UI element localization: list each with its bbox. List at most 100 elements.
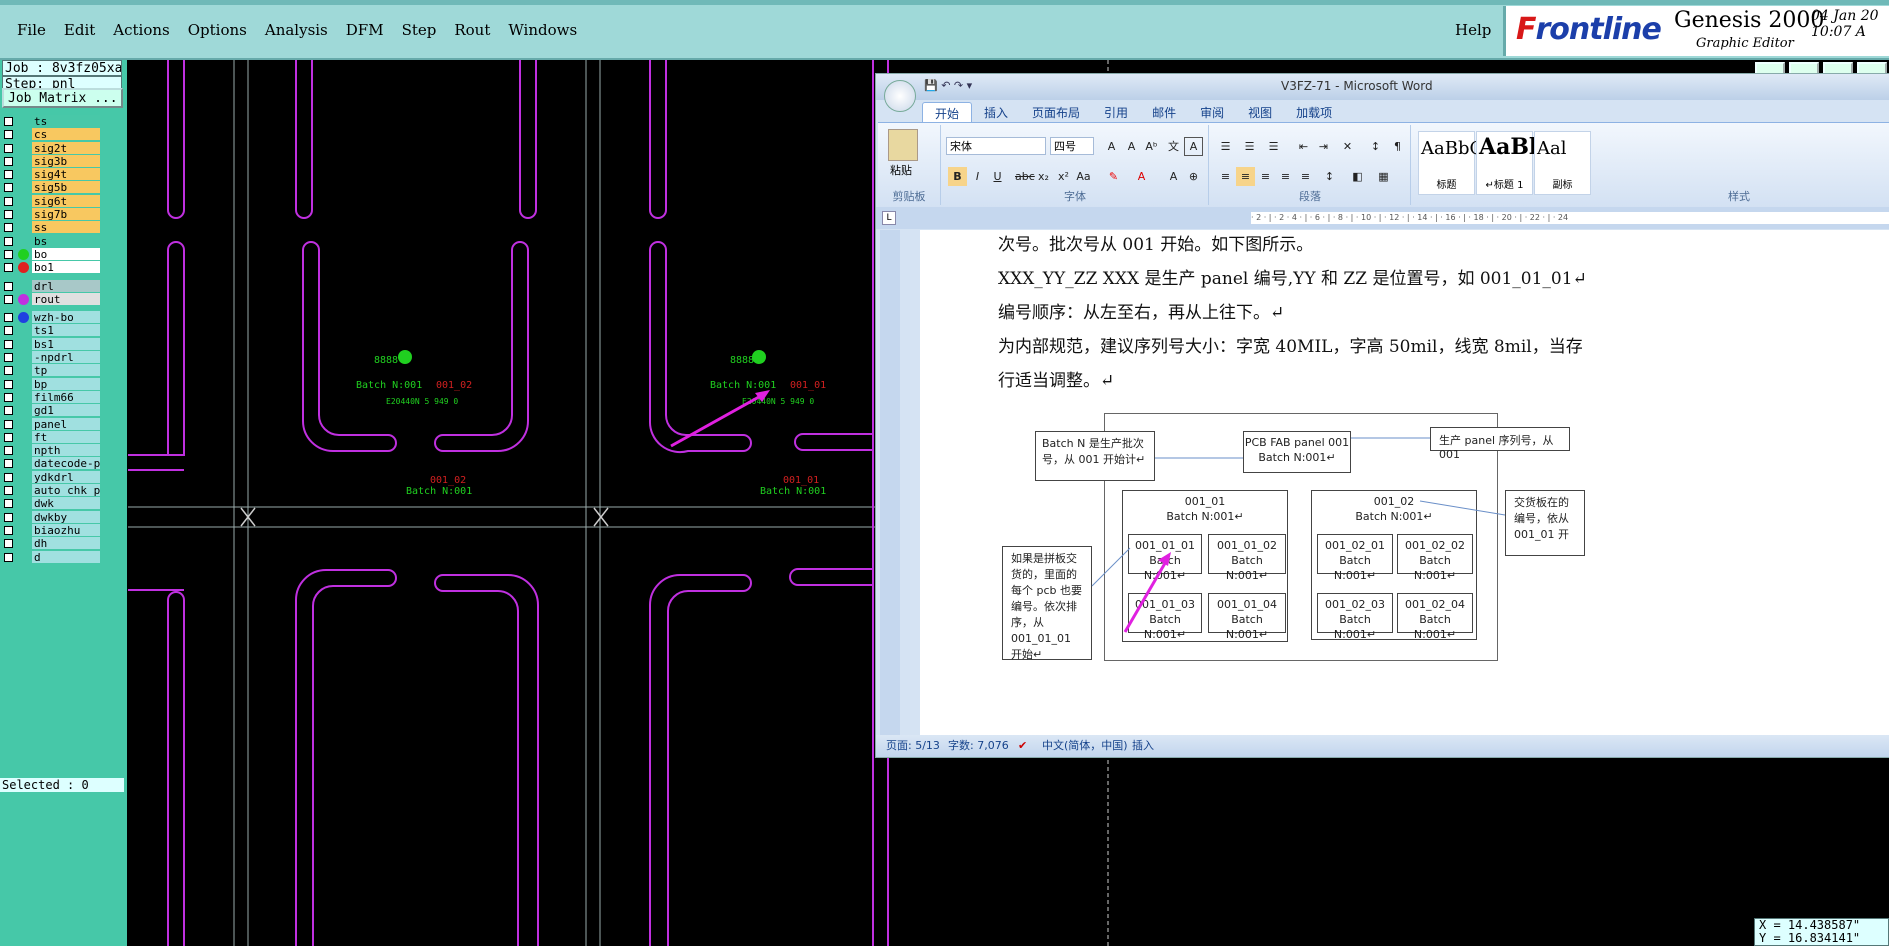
shrink-font-button[interactable]: A xyxy=(1122,137,1141,156)
layer-name[interactable]: cs xyxy=(32,128,100,141)
menu-edit[interactable]: Edit xyxy=(55,18,104,44)
superscript-button[interactable]: x² xyxy=(1054,167,1073,186)
layer-row[interactable]: biaozhu xyxy=(2,523,102,537)
layer-name[interactable]: dwk xyxy=(32,497,100,510)
phonetic-button[interactable]: 文 xyxy=(1164,137,1183,156)
strikethrough-button[interactable]: abc xyxy=(1014,167,1035,186)
layer-row[interactable]: drl xyxy=(2,279,102,293)
layer-name[interactable]: wzh-bo xyxy=(32,311,100,324)
align-left-icon[interactable]: ≡ xyxy=(1216,167,1235,186)
layer-name[interactable]: gd1 xyxy=(32,404,100,417)
layer-checkbox[interactable] xyxy=(4,406,13,416)
layer-name[interactable]: bs1 xyxy=(32,337,100,350)
layer-checkbox[interactable] xyxy=(4,143,13,153)
style-subtitle[interactable]: Aal 副标 xyxy=(1534,131,1591,195)
status-mode[interactable]: 插入 xyxy=(1132,735,1154,757)
horizontal-ruler[interactable]: L · 2 · | · 2 · 4 · | · 6 · | · 8 · | · … xyxy=(876,207,1889,229)
ribbon-tab-1[interactable]: 插入 xyxy=(972,102,1020,124)
layer-row[interactable]: wzh-bo xyxy=(2,311,102,324)
layer-name[interactable]: dwkby xyxy=(32,510,100,523)
layer-checkbox[interactable] xyxy=(4,313,13,323)
layer-checkbox[interactable] xyxy=(4,525,13,535)
menu-actions[interactable]: Actions xyxy=(104,18,178,44)
layer-name[interactable]: drl xyxy=(32,279,100,292)
ribbon-tab-7[interactable]: 加载项 xyxy=(1284,102,1344,124)
layer-row[interactable]: sig6t xyxy=(2,194,102,208)
layer-checkbox[interactable] xyxy=(4,263,13,273)
grow-font-button[interactable]: A xyxy=(1102,137,1121,156)
style-title[interactable]: AaBbC 标题 xyxy=(1418,131,1483,195)
layer-row[interactable]: dwkby xyxy=(2,510,102,524)
ribbon-tab-6[interactable]: 视图 xyxy=(1236,102,1284,124)
layer-row[interactable]: sig4t xyxy=(2,168,102,181)
italic-button[interactable]: I xyxy=(968,167,987,186)
layer-name[interactable]: sig3b xyxy=(32,154,100,167)
layer-name[interactable]: dh xyxy=(32,537,100,550)
justify-icon[interactable]: ≡ xyxy=(1276,167,1295,186)
style-heading1[interactable]: AaBl ↵标题 1 xyxy=(1476,131,1537,195)
sort-icon[interactable]: ↕ xyxy=(1366,137,1385,156)
status-language[interactable]: 中文(简体，中国) xyxy=(1042,735,1128,757)
show-marks-icon[interactable]: ¶ xyxy=(1388,137,1407,156)
ribbon-tab-0[interactable]: 开始 xyxy=(922,102,973,124)
layer-name[interactable]: sig5b xyxy=(32,181,100,194)
layer-row[interactable]: tp xyxy=(2,364,102,377)
layer-name[interactable]: sig6t xyxy=(32,194,100,207)
layer-row[interactable]: bs xyxy=(2,234,102,248)
layer-row[interactable]: dh xyxy=(2,537,102,550)
change-case-button[interactable]: Aa xyxy=(1074,167,1093,186)
layer-checkbox[interactable] xyxy=(4,210,13,220)
layer-name[interactable]: npth xyxy=(32,444,100,457)
layer-checkbox[interactable] xyxy=(4,486,13,496)
layer-checkbox[interactable] xyxy=(4,281,13,291)
layer-row[interactable]: ts1 xyxy=(2,324,102,337)
layer-checkbox[interactable] xyxy=(4,117,13,126)
layer-checkbox[interactable] xyxy=(4,539,13,549)
proofing-icon[interactable]: ✔ xyxy=(1018,735,1027,757)
layer-row[interactable]: -npdrl xyxy=(2,351,102,364)
layer-name[interactable]: ts1 xyxy=(32,324,100,337)
layer-name[interactable]: bo1 xyxy=(32,261,100,274)
layer-name[interactable]: bo xyxy=(32,247,100,260)
layer-checkbox[interactable] xyxy=(4,432,13,442)
menu-step[interactable]: Step xyxy=(393,18,446,44)
layer-checkbox[interactable] xyxy=(4,366,13,376)
layer-row[interactable]: rout xyxy=(2,292,102,306)
layer-name[interactable]: d xyxy=(32,550,100,563)
layer-name[interactable]: rout xyxy=(32,292,100,305)
quick-access-toolbar[interactable]: 💾 ↶ ↷ ▾ xyxy=(924,79,972,92)
char-border-button[interactable]: A xyxy=(1184,137,1203,156)
layer-checkbox[interactable] xyxy=(4,472,13,482)
layer-name[interactable]: ts xyxy=(32,115,100,127)
layer-name[interactable]: datecode-pbe xyxy=(32,457,100,470)
layer-row[interactable]: ts xyxy=(2,115,102,128)
layer-row[interactable]: sig5b xyxy=(2,181,102,194)
layer-name[interactable]: bp xyxy=(32,377,100,390)
layer-row[interactable]: d xyxy=(2,550,102,564)
layer-row[interactable]: ft xyxy=(2,430,102,444)
font-size-select[interactable]: 四号 xyxy=(1050,137,1094,155)
tab-stop-icon[interactable]: L xyxy=(882,211,896,225)
layer-row[interactable]: dwk xyxy=(2,497,102,510)
layer-name[interactable]: panel xyxy=(32,417,100,430)
layer-row[interactable]: datecode-pbe xyxy=(2,457,102,470)
chinese-layout-icon[interactable]: ✕ xyxy=(1338,137,1357,156)
font-name-select[interactable]: 宋体 xyxy=(946,137,1046,155)
layer-checkbox[interactable] xyxy=(4,170,13,180)
layer-checkbox[interactable] xyxy=(4,223,13,233)
layer-row[interactable]: cs xyxy=(2,128,102,141)
layer-name[interactable]: biaozhu xyxy=(32,523,100,536)
status-words[interactable]: 字数: 7,076 xyxy=(948,735,1009,757)
layer-row[interactable]: bp xyxy=(2,377,102,391)
shading-icon[interactable]: ◧ xyxy=(1348,167,1367,186)
bold-button[interactable]: B xyxy=(948,167,967,186)
menu-file[interactable]: File xyxy=(8,18,55,44)
increase-indent-icon[interactable]: ⇥ xyxy=(1314,137,1333,156)
menu-windows[interactable]: Windows xyxy=(499,18,586,44)
layer-row[interactable]: sig3b xyxy=(2,154,102,168)
borders-icon[interactable]: ▦ xyxy=(1374,167,1393,186)
ribbon-tab-2[interactable]: 页面布局 xyxy=(1020,102,1092,124)
clear-format-button[interactable]: Aᵇ xyxy=(1142,137,1161,156)
align-center-icon[interactable]: ≡ xyxy=(1236,167,1255,186)
vertical-ruler[interactable] xyxy=(880,230,900,735)
